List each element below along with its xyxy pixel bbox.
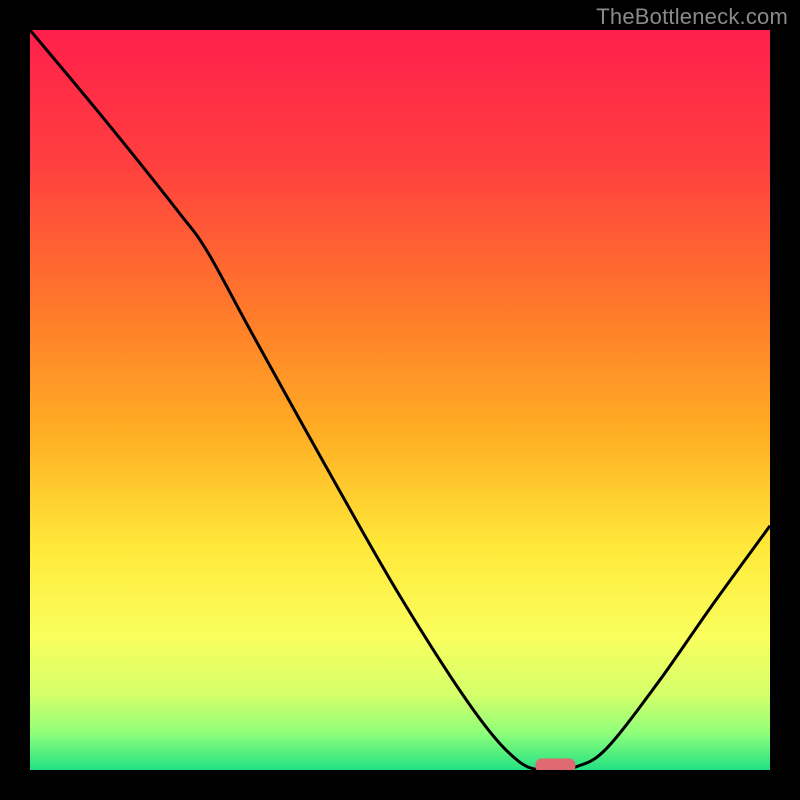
watermark-text: TheBottleneck.com [596,4,788,30]
gradient-background [30,30,770,770]
optimal-marker [535,759,575,770]
chart-frame: TheBottleneck.com [0,0,800,800]
chart-svg [30,30,770,770]
plot-area [30,30,770,770]
